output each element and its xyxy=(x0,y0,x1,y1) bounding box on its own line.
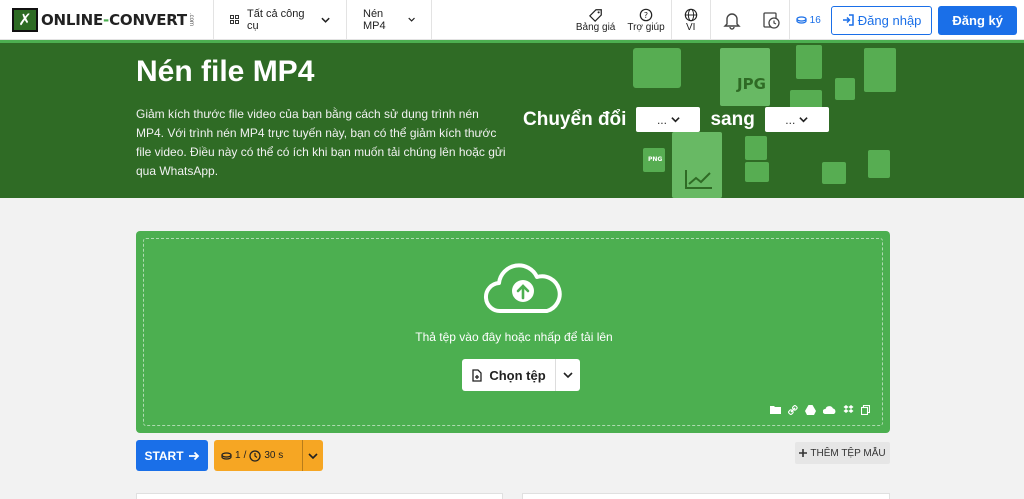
file-icon xyxy=(835,78,855,100)
pricing-label: Bảng giá xyxy=(575,21,616,33)
line-chart-icon xyxy=(685,170,712,189)
question-icon: ? xyxy=(639,8,653,21)
google-drive-icon[interactable] xyxy=(805,405,816,415)
file-icon xyxy=(822,162,846,184)
dropzone-hint: Thả tệp vào đây hoặc nhấp để tải lên xyxy=(415,330,613,344)
clock-icon xyxy=(249,449,261,462)
help-label: Trợ giúp xyxy=(627,21,665,33)
coins-icon xyxy=(221,451,232,460)
chevron-down-icon xyxy=(671,117,680,123)
chart-file-icon xyxy=(864,48,896,92)
credits-badge[interactable]: 16 xyxy=(790,15,827,26)
envelope-icon xyxy=(633,48,681,88)
cloud-upload-icon xyxy=(483,263,562,314)
language-label: VI xyxy=(685,21,696,33)
link-icon[interactable] xyxy=(788,405,798,415)
file-icon xyxy=(745,136,767,160)
files-limit: 1 xyxy=(235,450,241,461)
text-file-icon xyxy=(868,150,890,178)
convert-from-select[interactable]: ... xyxy=(636,107,701,132)
limits-badge[interactable]: 1 / 30 s xyxy=(214,440,323,471)
history-button[interactable] xyxy=(753,0,789,40)
choose-file-label: Chọn tệp xyxy=(489,367,546,383)
signup-button[interactable]: Đăng ký xyxy=(938,5,1017,35)
pricing-link[interactable]: Bảng giá xyxy=(570,0,621,40)
chevron-down-icon xyxy=(308,452,318,459)
choose-file-main[interactable]: Chọn tệp xyxy=(462,359,556,391)
add-sample-label: THÊM TỆP MẪU xyxy=(810,447,886,459)
onedrive-icon[interactable] xyxy=(823,405,836,414)
coins-icon xyxy=(796,16,807,24)
nav-compress-label: Nén MP4 xyxy=(363,7,386,32)
sign-in-icon xyxy=(842,14,854,26)
nav-all-tools[interactable]: Tất cả công cụ xyxy=(214,0,347,40)
clock-clipboard-icon xyxy=(763,12,780,29)
chevron-down-icon xyxy=(799,117,808,123)
file-plus-icon xyxy=(472,368,482,382)
start-label: START xyxy=(144,448,184,463)
notifications-button[interactable] xyxy=(711,0,753,40)
header-right: Bảng giá ? Trợ giúp VI 16 Đăng nhập Đăng… xyxy=(570,0,1024,40)
folder-icon[interactable] xyxy=(770,405,781,414)
time-limit: 30 s xyxy=(264,450,284,461)
page-description: Giảm kích thước file video của bạn bằng … xyxy=(136,107,506,178)
page-title: Nén file MP4 xyxy=(136,55,315,88)
upload-sources xyxy=(770,405,870,415)
language-selector[interactable]: VI xyxy=(672,0,710,40)
options-panel-left xyxy=(136,493,503,499)
convert-to-select[interactable]: ... xyxy=(764,107,829,132)
arrow-right-icon xyxy=(188,451,199,460)
file-icon xyxy=(745,162,769,182)
limits-dropdown[interactable] xyxy=(303,451,323,461)
options-panel-right xyxy=(522,493,890,499)
limits-info[interactable]: 1 / 30 s xyxy=(214,440,303,471)
chevron-down-icon xyxy=(563,372,573,379)
logo-text: ONLINE-CONVERT xyxy=(41,10,187,29)
logo[interactable]: ✗ ONLINE-CONVERT .com xyxy=(0,0,214,40)
logo-mark-icon: ✗ xyxy=(12,7,38,32)
nav-compress-mp4[interactable]: Nén MP4 xyxy=(347,0,432,40)
chevron-down-icon xyxy=(408,17,415,22)
add-sample-file-button[interactable]: THÊM TỆP MẪU xyxy=(795,442,890,464)
dropbox-icon[interactable] xyxy=(843,405,854,415)
hero-banner: JPG F PNG Nén file MP4 Giảm kích thước f… xyxy=(0,40,1024,198)
convert-label: Chuyển đổi xyxy=(523,108,627,130)
logo-com: .com xyxy=(187,12,194,26)
login-button[interactable]: Đăng nhập xyxy=(830,5,933,35)
credits-count: 16 xyxy=(809,14,821,26)
start-button[interactable]: START xyxy=(136,440,208,471)
image-file-icon xyxy=(796,45,822,79)
choose-file-button[interactable]: Chọn tệp xyxy=(462,359,580,391)
grid-icon xyxy=(230,15,239,24)
help-link[interactable]: ? Trợ giúp xyxy=(621,0,670,40)
top-header: ✗ ONLINE-CONVERT .com Tất cả công cụ Nén… xyxy=(0,0,1024,40)
choose-source-dropdown[interactable] xyxy=(556,359,580,391)
convert-selector: Chuyển đổi ... sang ... xyxy=(523,107,829,132)
globe-icon xyxy=(684,8,697,21)
chevron-down-icon xyxy=(321,17,330,23)
nav-all-tools-label: Tất cả công cụ xyxy=(247,7,305,32)
file-dropzone[interactable]: Thả tệp vào đây hoặc nhấp để tải lên Chọ… xyxy=(136,231,890,433)
copy-icon[interactable] xyxy=(861,405,870,415)
plus-icon xyxy=(799,449,808,457)
login-label: Đăng nhập xyxy=(857,12,922,28)
svg-text:?: ? xyxy=(644,11,648,20)
to-label: sang xyxy=(710,108,755,130)
tag-icon xyxy=(588,8,602,22)
bell-icon xyxy=(722,13,741,30)
